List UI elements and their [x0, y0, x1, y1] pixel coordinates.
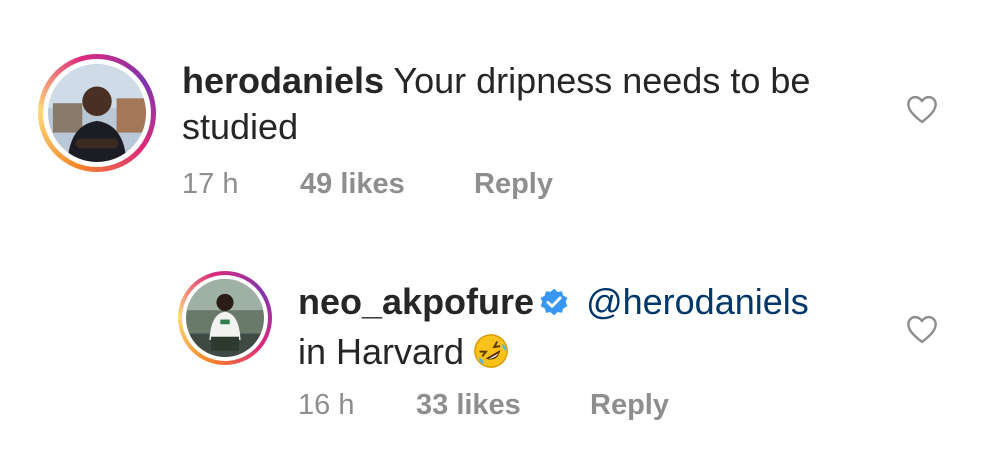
- reply-button[interactable]: Reply: [474, 168, 553, 201]
- comment-meta: 16 h 33 likes Reply: [298, 389, 669, 422]
- heart-icon[interactable]: [905, 94, 939, 124]
- profile-photo-icon: [48, 64, 146, 162]
- avatar[interactable]: [178, 271, 272, 365]
- likes-count[interactable]: 33 likes: [416, 389, 590, 422]
- profile-photo-icon: [186, 279, 264, 357]
- mention-link[interactable]: @herodaniels: [586, 281, 809, 322]
- heart-icon[interactable]: [905, 314, 939, 344]
- rolling-on-floor-laughing-emoji: [472, 332, 510, 381]
- comment-body: herodaniels Your dripness needs to be st…: [182, 58, 810, 150]
- comment-timestamp: 16 h: [298, 389, 355, 421]
- comment-username[interactable]: herodaniels: [182, 60, 384, 101]
- verified-icon: [538, 283, 570, 329]
- avatar[interactable]: [38, 54, 156, 172]
- comment-meta: 17 h 49 likes Reply: [182, 168, 553, 201]
- likes-count[interactable]: 49 likes: [300, 168, 474, 201]
- comment-text: Your dripness needs to be: [393, 60, 811, 101]
- comment-text: in Harvard: [298, 331, 465, 372]
- comment-timestamp: 17 h: [182, 168, 239, 200]
- comment-text-continued: studied: [182, 106, 299, 147]
- comment-username[interactable]: neo_akpofure: [298, 281, 534, 322]
- comment-body: neo_akpofure @herodaniels in Harvard: [298, 279, 809, 381]
- reply-button[interactable]: Reply: [590, 389, 669, 422]
